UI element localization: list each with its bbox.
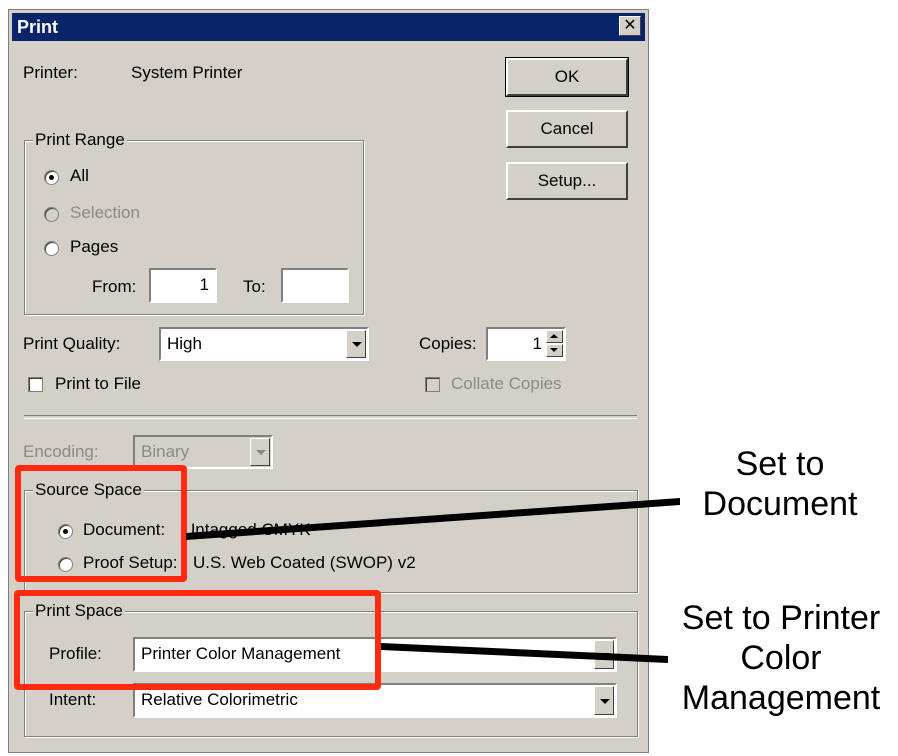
print-note-line3: Management: [681, 679, 881, 717]
source-space-highlight: [15, 465, 187, 582]
collate-label: Collate Copies: [451, 374, 562, 393]
print-space-highlight: [14, 590, 381, 690]
print-quality-dropdown[interactable]: High: [159, 327, 369, 361]
print-quality-value: High: [167, 334, 202, 353]
dialog-title: Print: [17, 17, 59, 37]
title-bar: Print ✕: [12, 13, 645, 41]
encoding-value: Binary: [141, 442, 190, 461]
source-note-line1: Set to: [735, 445, 825, 483]
chevron-down-icon[interactable]: [346, 330, 366, 358]
print-to-file-checkbox[interactable]: [28, 377, 43, 392]
chevron-down-icon: [250, 438, 270, 466]
from-label: From:: [92, 277, 137, 296]
proof-setup-value: U.S. Web Coated (SWOP) v2: [193, 553, 416, 572]
source-space-note: Set to Document: [690, 444, 870, 524]
collate-checkbox: [425, 377, 440, 392]
encoding-label: Encoding:: [23, 442, 99, 461]
setup-button[interactable]: Setup...: [506, 162, 628, 200]
printer-value: System Printer: [131, 63, 243, 82]
radio-selection-label: Selection: [70, 203, 140, 222]
radio-all-label: All: [70, 166, 89, 185]
chevron-down-icon[interactable]: [594, 640, 614, 669]
spin-down-icon[interactable]: [546, 344, 563, 357]
print-range-group: Print Range All Selection Pages From: 1 …: [24, 130, 364, 315]
radio-pages-label: Pages: [70, 237, 119, 256]
chevron-down-icon[interactable]: [594, 686, 614, 715]
intent-label: Intent:: [49, 690, 97, 709]
spin-up-icon[interactable]: [546, 330, 563, 343]
print-space-note: Set to Printer Color Management: [664, 598, 898, 718]
print-quality-label: Print Quality:: [23, 334, 121, 353]
print-range-title: Print Range: [33, 130, 127, 150]
radio-pages[interactable]: [44, 241, 59, 256]
from-input[interactable]: 1: [149, 268, 217, 303]
encoding-dropdown: Binary: [133, 435, 273, 469]
ok-button[interactable]: OK: [505, 57, 629, 97]
radio-all[interactable]: [44, 170, 59, 185]
to-input[interactable]: [281, 268, 349, 303]
printer-label: Printer:: [23, 63, 78, 82]
separator: [24, 415, 637, 419]
intent-value: Relative Colorimetric: [141, 690, 298, 709]
cancel-button[interactable]: Cancel: [506, 110, 628, 148]
close-icon[interactable]: ✕: [619, 16, 641, 36]
print-note-line1: Set to Printer: [681, 599, 881, 637]
copies-input[interactable]: 1: [486, 327, 566, 361]
document-value: Untagged CMYK: [183, 520, 311, 539]
source-note-line2: Document: [702, 485, 858, 523]
radio-selection: [44, 207, 59, 222]
copies-label: Copies:: [419, 334, 477, 353]
print-to-file-label: Print to File: [55, 374, 141, 393]
print-note-line2: Color: [740, 639, 822, 677]
copies-value: 1: [532, 334, 542, 353]
to-label: To:: [243, 277, 266, 296]
